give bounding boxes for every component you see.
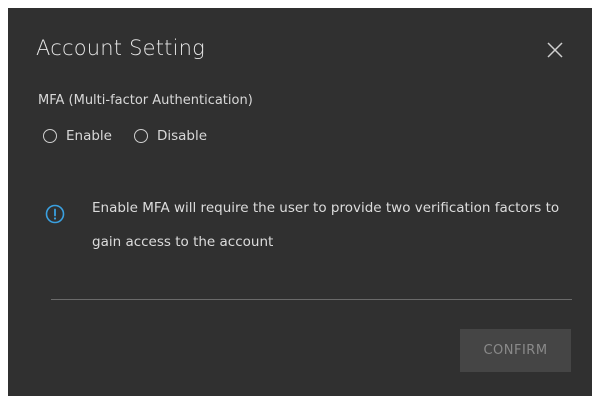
- close-button[interactable]: [544, 39, 566, 61]
- mfa-radio-group: Enable Disable: [43, 128, 229, 144]
- radio-disable[interactable]: Disable: [133, 128, 208, 144]
- radio-enable-label: Enable: [66, 128, 112, 144]
- radio-disable-label: Disable: [156, 128, 208, 144]
- radio-enable-circle[interactable]: [43, 129, 57, 143]
- mfa-label: MFA (Multi-factor Authentication): [38, 93, 253, 108]
- radio-disable-circle[interactable]: [133, 129, 148, 143]
- confirm-button[interactable]: CONFIRM: [460, 329, 571, 372]
- divider: [51, 299, 572, 300]
- radio-enable[interactable]: Enable: [43, 128, 112, 144]
- dialog-title: Account Setting: [36, 36, 205, 60]
- mfa-info-text: Enable MFA will require the user to prov…: [92, 200, 560, 250]
- account-setting-dialog: Account Setting MFA (Multi-factor Authen…: [8, 8, 592, 396]
- info-icon: [45, 204, 65, 224]
- close-icon: [547, 42, 563, 58]
